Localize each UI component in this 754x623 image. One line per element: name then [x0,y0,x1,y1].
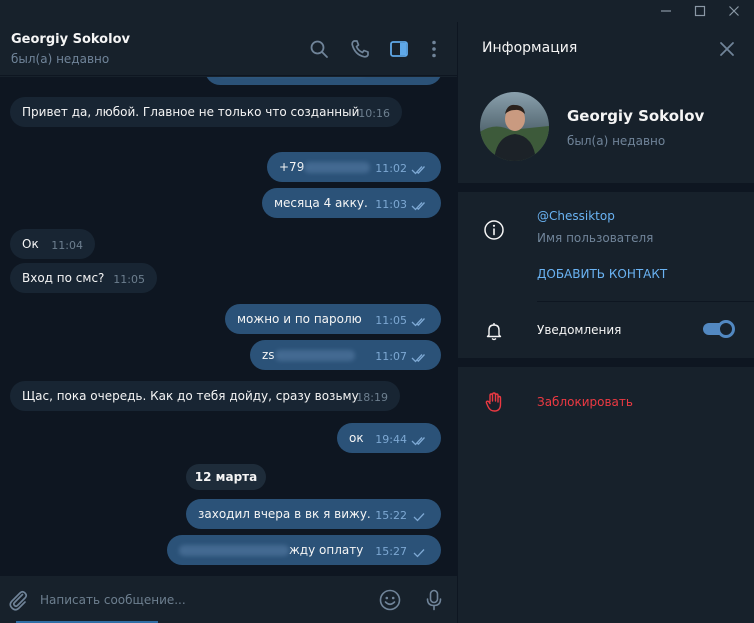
message-time: 11:05 [375,314,407,327]
block-user-button[interactable]: Заблокировать [537,395,633,409]
message-composer [0,575,457,623]
message-bubble-outgoing[interactable]: заходил вчера в вк я вижу. 15:22 [186,499,441,529]
window-close-icon[interactable] [726,3,742,19]
redacted-text [274,350,355,361]
message-bubble-outgoing[interactable]: месяца 4 акку. 11:03 [262,188,441,218]
info-panel-title: Информация [482,40,578,56]
section-divider [458,183,754,192]
message-bubble-outgoing[interactable]: жду оплату 15:27 [167,535,441,565]
message-bubble-incoming[interactable]: Привет да, любой. Главное не только что … [10,97,402,127]
message-time: 11:04 [51,239,83,252]
message-text: можно и по паролю [237,312,362,326]
redacted-text [304,162,371,173]
double-check-icon [411,437,425,446]
add-contact-button[interactable]: ДОБАВИТЬ КОНТАКТ [537,267,667,281]
message-bubble-outgoing[interactable]: +79 11:02 [267,152,441,182]
message-text: Привет да, любой. Главное не только что … [22,105,360,119]
username-link[interactable]: @Chessiktop [537,209,615,223]
notifications-toggle[interactable] [703,319,735,339]
more-vertical-icon[interactable] [423,38,445,60]
microphone-icon[interactable] [422,588,446,612]
message-time: 11:03 [375,198,407,211]
message-bubble-incoming[interactable]: Вход по смс? 11:05 [10,263,157,293]
redacted-text [179,545,289,556]
message-bubble-outgoing[interactable]: zs 11:07 [250,340,441,370]
message-text: zs [262,348,275,362]
message-time: 19:44 [375,433,407,446]
section-divider [458,358,754,367]
search-icon[interactable] [308,38,330,60]
message-text: жду оплату [289,543,364,557]
hand-block-icon [483,391,505,413]
bell-icon [483,320,505,342]
double-check-icon [411,202,425,211]
minimize-icon[interactable] [658,3,674,19]
maximize-icon[interactable] [692,3,708,19]
double-check-icon [411,166,425,175]
double-check-icon [411,354,425,363]
message-bubble-incoming[interactable]: Щас, пока очередь. Как до тебя дойду, ср… [10,381,400,411]
phone-icon[interactable] [349,38,371,60]
message-bubble-outgoing[interactable]: можно и по паролю 11:05 [225,304,441,334]
message-time: 11:07 [375,350,407,363]
window-titlebar [0,0,754,22]
message-time: 15:22 [375,509,407,522]
avatar[interactable] [480,92,549,161]
notifications-label: Уведомления [537,323,622,337]
toggle-knob [717,320,735,338]
message-text: месяца 4 акку. [274,196,368,210]
sidebar-toggle-icon[interactable] [388,38,410,60]
message-time: 11:05 [113,273,145,286]
message-text: +79 [279,160,305,174]
info-icon [483,219,505,241]
check-icon [413,549,425,558]
peer-name[interactable]: Georgiy Sokolov [11,32,130,47]
emoji-icon[interactable] [378,588,402,612]
chat-header[interactable]: Georgiy Sokolov был(а) недавно [0,22,457,76]
message-bubble-incoming[interactable]: Ок 11:04 [10,229,95,259]
message-time: 18:19 [356,391,388,404]
message-text: ок [349,431,364,445]
double-check-icon [411,318,425,327]
peer-status: был(а) недавно [11,52,110,66]
row-divider [537,301,754,302]
message-text: Щас, пока очередь. Как до тебя дойду, ср… [22,389,359,403]
close-icon[interactable] [716,38,738,60]
date-separator: 12 марта [186,464,266,490]
message-time: 15:27 [375,545,407,558]
attach-icon[interactable] [6,588,30,612]
message-bubble-clipped [205,77,442,85]
username-label: Имя пользователя [537,231,654,245]
message-text: Вход по смс? [22,271,105,285]
contact-status: был(а) недавно [567,134,666,148]
message-time: 10:16 [358,107,390,120]
contact-name: Georgiy Sokolov [567,107,705,125]
check-icon [413,513,425,522]
message-text: Ок [22,237,39,251]
info-panel: Информация Georgiy Sokolov был(а) недавн… [458,22,754,623]
message-text: заходил вчера в вк я вижу. [198,507,371,521]
message-bubble-outgoing[interactable]: ок 19:44 [337,423,441,453]
message-time: 11:02 [375,162,407,175]
message-input[interactable] [40,586,360,614]
message-list[interactable]: Привет да, любой. Главное не только что … [0,77,457,575]
